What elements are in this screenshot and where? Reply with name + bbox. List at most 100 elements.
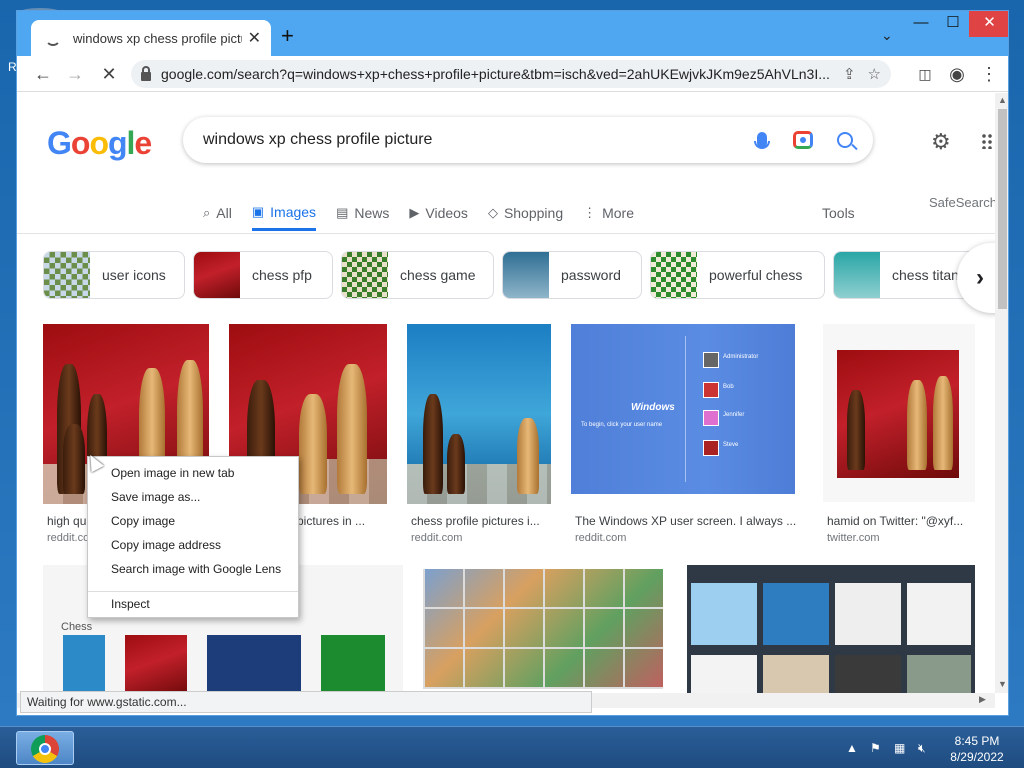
tab-label: Images bbox=[270, 203, 317, 220]
xp-user-name: Bob bbox=[723, 384, 734, 390]
tab-news[interactable]: ▤ News bbox=[336, 195, 389, 231]
side-panel-icon[interactable]: ◫ bbox=[913, 62, 937, 86]
url-text[interactable]: google.com/search?q=windows+xp+chess+pro… bbox=[161, 66, 831, 82]
chip-chess-pfp[interactable]: chess pfp bbox=[193, 251, 333, 299]
chip-thumbnail bbox=[342, 252, 388, 298]
menu-item-search-google-lens[interactable]: Search image with Google Lens bbox=[88, 557, 298, 581]
profile-avatar-icon[interactable]: ◉ bbox=[945, 62, 969, 86]
result-source[interactable]: reddit.co bbox=[47, 532, 89, 544]
menu-kebab-icon[interactable]: ⋮ bbox=[977, 62, 1001, 86]
microphone-icon[interactable] bbox=[754, 132, 770, 149]
safesearch-button[interactable]: SafeSearch bbox=[929, 195, 995, 210]
xp-user-name: Jennifer bbox=[723, 412, 745, 418]
chrome-icon bbox=[31, 735, 59, 763]
menu-item-inspect[interactable]: Inspect bbox=[88, 592, 298, 616]
result-source[interactable]: reddit.com bbox=[575, 532, 626, 544]
result-thumbnail[interactable]: Windows To begin, click your user name A… bbox=[571, 324, 795, 494]
result-thumbnail[interactable] bbox=[823, 324, 975, 502]
chip-user-icons[interactable]: user icons bbox=[43, 251, 185, 299]
vertical-scrollbar[interactable]: ▲ ▼ bbox=[995, 93, 1008, 693]
menu-item-open-image-new-tab[interactable]: Open image in new tab bbox=[88, 461, 298, 485]
logo-letter: e bbox=[134, 125, 152, 161]
settings-gear-icon[interactable]: ⚙ bbox=[931, 129, 951, 155]
news-icon: ▤ bbox=[336, 205, 349, 220]
result-thumbnail bbox=[763, 655, 829, 693]
window-close-button[interactable]: ✕ bbox=[969, 11, 1008, 37]
image-result[interactable]: chess profile pictures i... reddit.com bbox=[407, 324, 551, 544]
taskbar-chrome-button[interactable] bbox=[16, 731, 74, 765]
tab-label: All bbox=[216, 205, 232, 221]
xp-divider bbox=[685, 336, 686, 482]
scroll-up-arrow-icon[interactable]: ▲ bbox=[998, 95, 1007, 105]
share-icon[interactable]: ⇪ bbox=[843, 65, 856, 83]
search-icon[interactable] bbox=[837, 132, 853, 148]
tab-more[interactable]: ⋮ More bbox=[583, 195, 634, 231]
image-result[interactable]: Windows To begin, click your user name A… bbox=[571, 324, 803, 544]
back-arrow-icon[interactable]: ← bbox=[31, 62, 55, 86]
chess-piece bbox=[933, 376, 953, 470]
image-result[interactable] bbox=[421, 565, 667, 693]
scroll-down-arrow-icon[interactable]: ▼ bbox=[998, 679, 1007, 689]
minimize-button[interactable]: — bbox=[905, 11, 937, 37]
tab-search-chevron-icon[interactable]: ⌄ bbox=[881, 27, 893, 44]
result-source[interactable]: reddit.com bbox=[411, 532, 462, 544]
action-center-flag-icon[interactable]: ⚑ bbox=[870, 741, 884, 755]
result-caption[interactable]: chess profile pictures i... bbox=[411, 514, 549, 528]
tab-all[interactable]: ⌕ All bbox=[203, 195, 232, 231]
chip-password[interactable]: password bbox=[502, 251, 642, 299]
volume-muted-icon[interactable]: 🔇︎ bbox=[918, 741, 932, 755]
search-box[interactable]: windows xp chess profile picture bbox=[183, 117, 873, 163]
chess-piece bbox=[447, 434, 465, 494]
tab-images[interactable]: ▣ Images bbox=[251, 195, 317, 231]
result-thumbnail[interactable] bbox=[407, 324, 551, 504]
xp-user-name: Steve bbox=[723, 442, 739, 448]
chess-piece bbox=[63, 424, 85, 494]
image-result[interactable] bbox=[687, 565, 975, 693]
user-avatar-icon bbox=[703, 440, 719, 456]
tab-shopping[interactable]: ◇ Shopping bbox=[488, 195, 563, 231]
maximize-button[interactable]: ☐ bbox=[937, 11, 969, 37]
network-icon[interactable]: ▦ bbox=[894, 741, 908, 755]
result-caption[interactable]: The Windows XP user screen. I always ... bbox=[575, 514, 803, 528]
forward-arrow-icon[interactable]: → bbox=[63, 62, 87, 86]
tools-button[interactable]: Tools bbox=[822, 205, 855, 221]
user-avatar-icon bbox=[703, 382, 719, 398]
bookmark-star-icon[interactable]: ☆ bbox=[868, 65, 881, 83]
status-bubble: Waiting for www.gstatic.com... bbox=[20, 691, 592, 713]
menu-item-save-image-as[interactable]: Save image as... bbox=[88, 485, 298, 509]
tab-label: Shopping bbox=[503, 205, 564, 221]
tray-expand-icon[interactable]: ▲ bbox=[846, 741, 860, 755]
google-lens-icon[interactable] bbox=[793, 131, 813, 149]
search-icon: ⌕ bbox=[203, 205, 211, 220]
result-source[interactable]: twitter.com bbox=[827, 532, 880, 544]
logo-letter: o bbox=[70, 125, 91, 161]
address-bar[interactable]: google.com/search?q=windows+xp+chess+pro… bbox=[131, 60, 891, 88]
menu-item-copy-image[interactable]: Copy image bbox=[88, 509, 298, 533]
chip-chess-game[interactable]: chess game bbox=[341, 251, 494, 299]
tab-videos[interactable]: ▶ Videos bbox=[409, 195, 468, 231]
tab-close-icon[interactable]: ✕ bbox=[248, 28, 261, 48]
image-result[interactable]: hamid on Twitter: "@xyf... twitter.com bbox=[823, 324, 975, 544]
chip-label: powerful chess bbox=[709, 267, 803, 283]
clock-time: 8:45 PM bbox=[954, 734, 1000, 748]
lock-icon[interactable] bbox=[141, 65, 151, 81]
menu-item-copy-image-address[interactable]: Copy image address bbox=[88, 533, 298, 557]
chip-thumbnail bbox=[194, 252, 240, 298]
chip-powerful-chess[interactable]: powerful chess bbox=[650, 251, 825, 299]
google-logo[interactable]: Google bbox=[47, 125, 152, 162]
taskbar: ▲ ⚑ ▦ 🔇︎ 8:45 PM 8/29/2022 bbox=[0, 726, 1024, 768]
browser-tab[interactable]: windows xp chess profile picture ✕ bbox=[31, 20, 271, 56]
result-thumbnail bbox=[691, 655, 757, 693]
taskbar-clock[interactable]: 8:45 PM 8/29/2022 bbox=[944, 733, 1010, 765]
result-caption[interactable]: hamid on Twitter: "@xyf... bbox=[827, 514, 975, 528]
scrollbar-thumb[interactable] bbox=[998, 109, 1007, 309]
result-caption[interactable]: e pictures in ... bbox=[287, 514, 387, 528]
chess-piece bbox=[423, 394, 443, 494]
google-apps-icon[interactable] bbox=[981, 133, 993, 149]
image-icon: ▣ bbox=[251, 203, 265, 219]
search-input[interactable]: windows xp chess profile picture bbox=[203, 131, 757, 149]
scroll-right-arrow-icon[interactable]: ▶ bbox=[979, 694, 986, 705]
clock-date: 8/29/2022 bbox=[950, 750, 1004, 764]
new-tab-button[interactable]: + bbox=[281, 25, 294, 47]
stop-loading-icon[interactable]: ✕ bbox=[97, 62, 121, 86]
